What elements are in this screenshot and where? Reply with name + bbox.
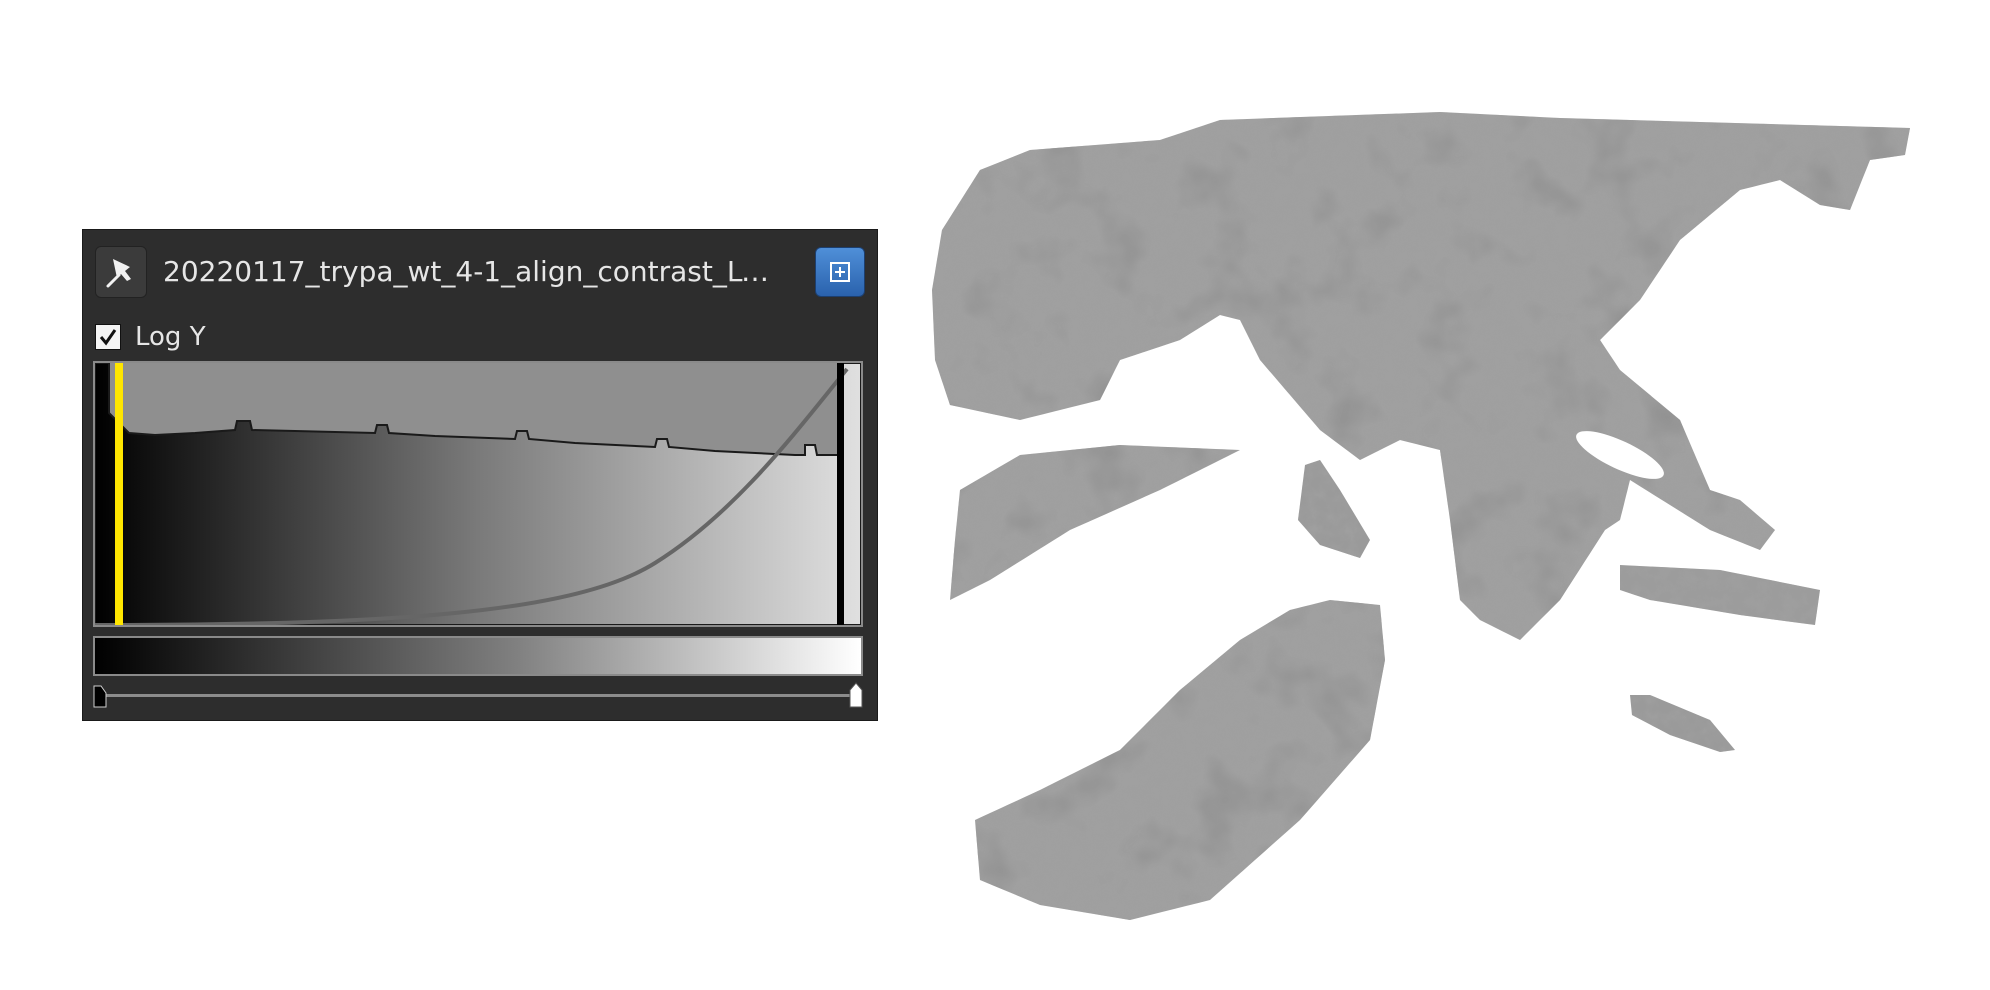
pin-icon [106, 259, 131, 288]
panel-header: 20220117_trypa_wt_4-1_align_contrast_LUT… [95, 246, 865, 298]
panel-title: 20220117_trypa_wt_4-1_align_contrast_LUT… [163, 255, 773, 288]
log-y-checkbox[interactable] [95, 324, 121, 350]
stage: 20220117_trypa_wt_4-1_align_contrast_LUT… [0, 0, 1990, 990]
log-y-label: Log Y [135, 322, 206, 352]
volume-render [932, 112, 1910, 920]
check-icon [99, 329, 117, 346]
specimen-fragment-left [950, 445, 1240, 600]
range-min-marker[interactable] [115, 363, 123, 625]
pin-button[interactable] [95, 246, 147, 298]
slider-min-handle[interactable] [93, 682, 107, 708]
histogram-plot [95, 363, 861, 625]
lut-colorbar [93, 636, 863, 676]
range-max-marker[interactable] [837, 363, 844, 625]
histogram[interactable] [93, 361, 863, 627]
slider-max-handle[interactable] [849, 682, 863, 708]
specimen-fragment-small [1298, 460, 1370, 558]
expand-icon [830, 262, 850, 282]
expand-button[interactable] [815, 247, 865, 297]
slider-track [97, 694, 859, 697]
specimen-main-body [932, 112, 1910, 640]
lut-panel: 20220117_trypa_wt_4-1_align_contrast_LUT… [82, 229, 878, 721]
log-y-row[interactable]: Log Y [95, 322, 206, 352]
specimen-fragment-bottom [975, 600, 1385, 920]
specimen-fragment-right [1620, 565, 1820, 625]
specimen-fragment-tail [1630, 695, 1735, 752]
range-slider[interactable] [93, 682, 863, 712]
